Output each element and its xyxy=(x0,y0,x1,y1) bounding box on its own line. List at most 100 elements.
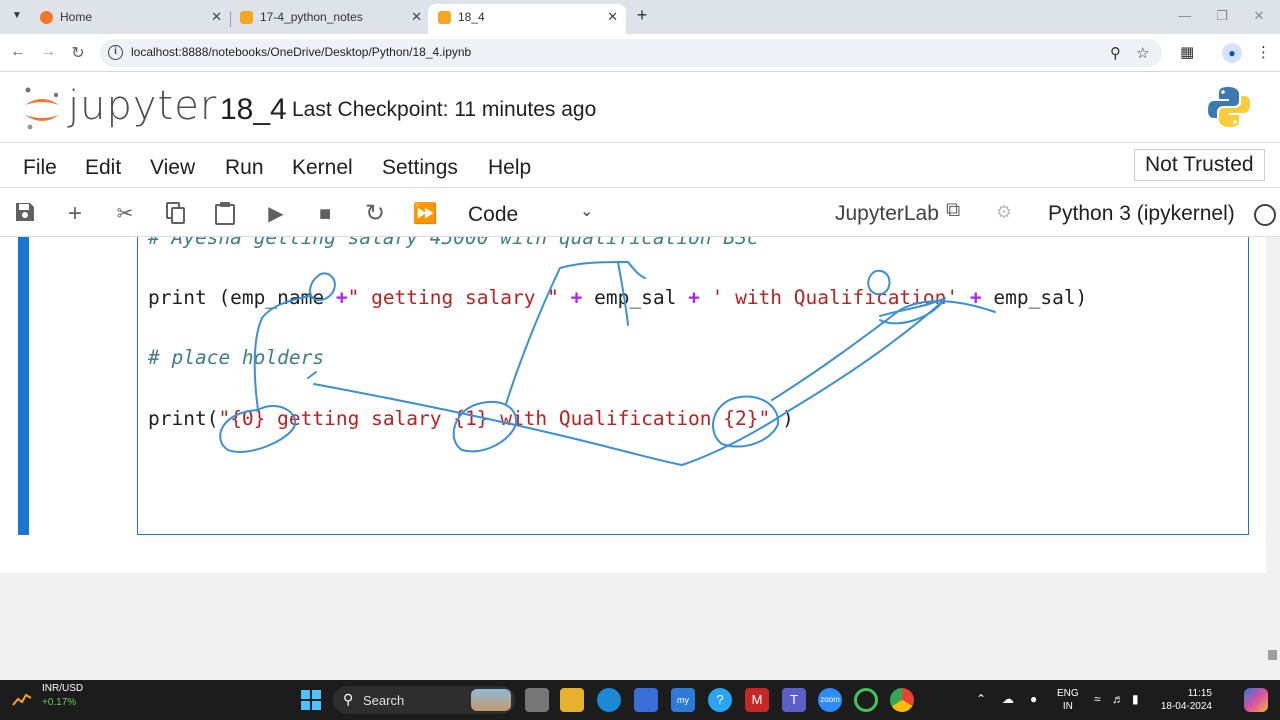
notebook-title[interactable]: 18_4 xyxy=(220,93,287,127)
battery-icon[interactable]: ▮ xyxy=(1132,692,1139,706)
restore-icon[interactable]: ❐ xyxy=(1212,8,1232,24)
fast-forward-icon[interactable]: ⏩ xyxy=(412,201,438,227)
jupyter-brand[interactable]: jupyter xyxy=(68,83,217,129)
trust-status-button[interactable]: Not Trusted xyxy=(1134,149,1265,181)
close-tab-icon[interactable]: ✕ xyxy=(411,4,422,30)
menu-kernel[interactable]: Kernel xyxy=(292,156,353,180)
page-background xyxy=(0,573,1280,680)
jupyterlab-link[interactable]: JupyterLab xyxy=(835,202,939,226)
forward-icon[interactable]: → xyxy=(38,43,58,61)
volume-icon[interactable]: ♬ xyxy=(1112,692,1124,706)
paste-icon[interactable] xyxy=(212,201,238,227)
kernel-name[interactable]: Python 3 (ipykernel) xyxy=(1048,202,1235,226)
file-explorer-icon[interactable] xyxy=(560,688,584,712)
notebook-favicon-icon xyxy=(240,11,253,24)
search-highlight-image xyxy=(471,689,511,711)
tab-title: 18_4 xyxy=(458,10,485,24)
language-indicator[interactable]: ENG IN xyxy=(1057,687,1079,713)
windows-start-icon[interactable] xyxy=(299,688,323,712)
os-taskbar: INR/USD +0.17% ⚲ Search my ? M T zoom ⌃ … xyxy=(0,680,1280,720)
address-bar: ← → ↻ i localhost:8888/notebooks/OneDriv… xyxy=(0,34,1280,72)
store-icon[interactable] xyxy=(634,688,658,712)
menu-run[interactable]: Run xyxy=(225,156,264,180)
system-clock[interactable]: 11:15 18-04-2024 xyxy=(1160,687,1212,713)
code-cell-editor[interactable]: # Ayesha getting salary 45000 with quali… xyxy=(137,237,1249,535)
help-app-icon[interactable]: ? xyxy=(708,688,732,712)
code-line-3: # place holders xyxy=(148,346,325,369)
teams-icon[interactable]: T xyxy=(782,688,806,712)
menu-bar: File Edit View Run Kernel Settings Help … xyxy=(0,143,1280,188)
taskbar-search[interactable]: ⚲ Search xyxy=(333,686,515,714)
cell-type-select[interactable]: Code xyxy=(468,203,518,227)
browser-tab-strip: ▼ Home ✕ 17-4_python_notes ✕ 18_4 ✕ + — … xyxy=(0,0,1280,34)
browser-menu-icon[interactable]: ⋮ xyxy=(1256,43,1271,61)
notebook-favicon-icon xyxy=(438,11,451,24)
code-line-4: print("{0} getting salary {1} with Quali… xyxy=(148,407,794,430)
notebook-panel: # Ayesha getting salary 45000 with quali… xyxy=(0,237,1280,573)
debugger-bug-icon[interactable]: ⚙ xyxy=(996,202,1012,223)
external-link-icon[interactable]: ⧉ xyxy=(946,199,960,222)
menu-edit[interactable]: Edit xyxy=(85,156,121,180)
tab-search-dropdown-icon[interactable]: ▼ xyxy=(8,7,26,25)
minimize-icon[interactable]: — xyxy=(1175,8,1195,23)
widget-value: +0.17% xyxy=(42,697,77,708)
vertical-scrollbar[interactable]: ▲ xyxy=(1266,237,1280,573)
tab-title: Home xyxy=(60,10,93,24)
add-cell-icon[interactable]: + xyxy=(62,201,88,227)
mcafee-icon[interactable]: M xyxy=(745,688,769,712)
myapp-icon[interactable]: my xyxy=(671,688,695,712)
chrome-icon[interactable] xyxy=(890,688,914,712)
currency-widget-icon[interactable] xyxy=(12,689,32,709)
status-app-icon[interactable] xyxy=(854,688,878,712)
zoom-app-icon[interactable]: zoom xyxy=(818,688,842,712)
wifi-icon[interactable]: ≈ xyxy=(1094,692,1101,706)
microphone-icon[interactable]: ● xyxy=(1030,692,1037,706)
jupyter-header: jupyter 18_4 Last Checkpoint: 11 minutes… xyxy=(0,73,1280,143)
notebook-toolbar: + ✂ ▶ ■ ↻ ⏩ Code ⌄ JupyterLab ⧉ ⚙ Python… xyxy=(0,189,1280,237)
tab-title: 17-4_python_notes xyxy=(260,10,363,24)
chevron-down-icon[interactable]: ⌄ xyxy=(580,201,593,221)
edge-icon[interactable] xyxy=(597,688,621,712)
kernel-status-icon xyxy=(1254,204,1276,226)
stop-icon[interactable]: ■ xyxy=(312,201,338,227)
copy-icon[interactable] xyxy=(162,201,188,227)
back-icon[interactable]: ← xyxy=(8,43,28,61)
url-field[interactable]: i localhost:8888/notebooks/OneDrive/Desk… xyxy=(100,39,1162,67)
cut-icon[interactable]: ✂ xyxy=(112,201,138,227)
bookmark-star-icon[interactable]: ☆ xyxy=(1136,44,1149,62)
tab-18-4[interactable]: 18_4 ✕ xyxy=(428,4,626,34)
search-icon: ⚲ xyxy=(343,691,354,707)
widget-title[interactable]: INR/USD xyxy=(42,683,83,694)
last-checkpoint: Last Checkpoint: 11 minutes ago xyxy=(292,98,597,121)
tab-17-4-python-notes[interactable]: 17-4_python_notes ✕ xyxy=(230,4,430,34)
code-line-1: # Ayesha getting salary 45000 with quali… xyxy=(148,237,759,249)
profile-avatar-icon[interactable]: ● xyxy=(1222,43,1242,63)
cloud-icon[interactable]: ☁ xyxy=(1002,692,1014,706)
search-label: Search xyxy=(363,693,405,708)
menu-file[interactable]: File xyxy=(23,156,57,180)
close-tab-icon[interactable]: ✕ xyxy=(607,4,618,30)
tray-overflow-icon[interactable]: ⌃ xyxy=(976,692,986,706)
jupyter-logo-icon[interactable] xyxy=(22,85,62,131)
menu-help[interactable]: Help xyxy=(488,156,531,180)
menu-view[interactable]: View xyxy=(150,156,195,180)
python-logo-icon xyxy=(1208,87,1250,127)
scrollbar-thumb[interactable] xyxy=(1268,650,1277,660)
task-view-icon[interactable] xyxy=(525,688,549,712)
tab-home[interactable]: Home ✕ xyxy=(30,4,231,34)
copilot-icon[interactable] xyxy=(1244,688,1268,712)
extensions-icon[interactable]: ▦ xyxy=(1180,43,1194,61)
code-line-2: print (emp_name +" getting salary " + em… xyxy=(148,286,1088,309)
close-window-icon[interactable]: ✕ xyxy=(1249,8,1269,24)
reload-icon[interactable]: ↻ xyxy=(68,43,88,63)
save-icon[interactable] xyxy=(12,201,38,227)
close-tab-icon[interactable]: ✕ xyxy=(211,4,222,30)
restart-icon[interactable]: ↻ xyxy=(362,201,388,227)
new-tab-icon[interactable]: + xyxy=(632,5,652,26)
menu-settings[interactable]: Settings xyxy=(382,156,458,180)
jupyter-favicon-icon xyxy=(40,11,53,24)
run-icon[interactable]: ▶ xyxy=(263,201,289,227)
cell-collapser[interactable] xyxy=(18,237,29,535)
site-info-icon[interactable]: i xyxy=(108,45,123,60)
zoom-icon[interactable]: ⚲ xyxy=(1110,44,1121,62)
